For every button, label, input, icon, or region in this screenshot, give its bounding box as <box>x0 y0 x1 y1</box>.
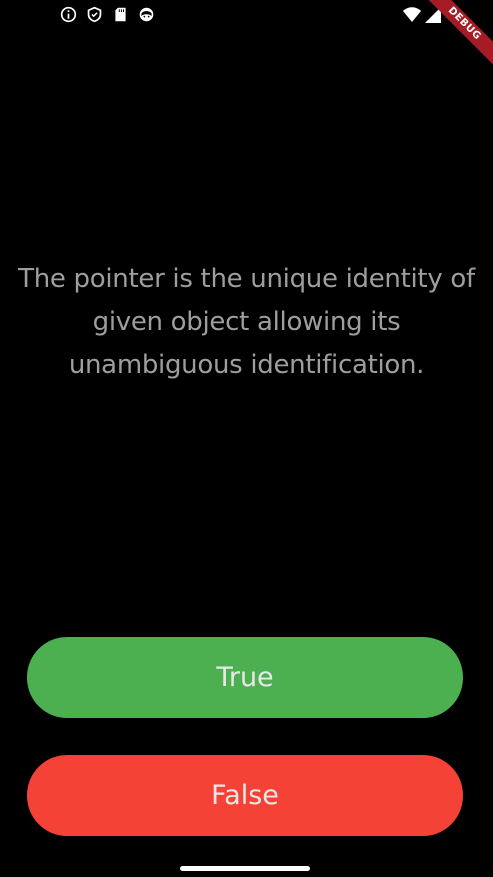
status-icons-left <box>60 6 155 23</box>
sd-card-icon <box>115 7 126 22</box>
wifi-icon <box>403 7 421 22</box>
debug-banner-label: DEBUG <box>423 0 493 69</box>
shield-icon <box>87 6 102 23</box>
question-text: The pointer is the unique identity of gi… <box>18 264 475 380</box>
face-icon <box>139 7 154 22</box>
info-icon <box>60 6 77 23</box>
false-button[interactable]: False <box>27 755 463 836</box>
home-indicator[interactable] <box>180 866 310 871</box>
status-bar <box>0 0 493 32</box>
true-button[interactable]: True <box>27 637 463 718</box>
debug-banner: DEBUG <box>423 0 493 70</box>
